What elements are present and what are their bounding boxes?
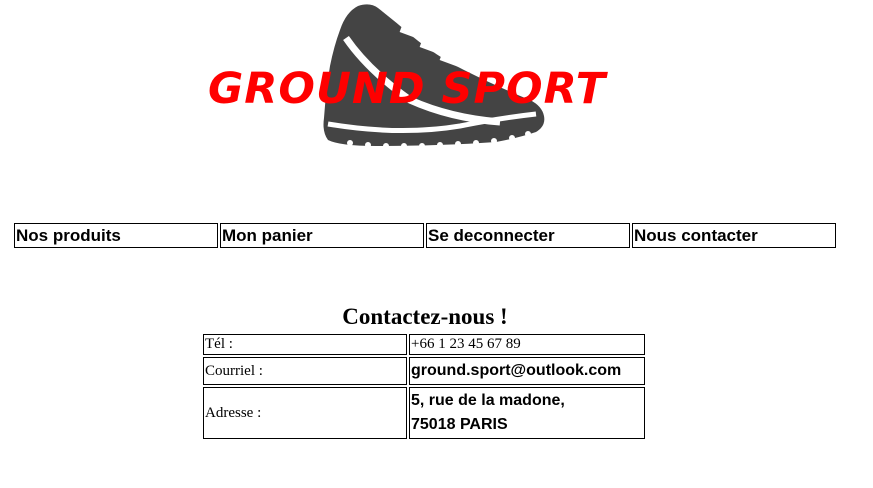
address-value: 5, rue de la madone, 75018 PARIS <box>409 387 645 439</box>
address-line-2: 75018 PARIS <box>411 416 508 433</box>
nav-item-label: Mon panier <box>222 225 313 245</box>
nav-item-cart[interactable]: Mon panier <box>220 223 424 248</box>
phone-value: +66 1 23 45 67 89 <box>409 334 645 355</box>
logo-text: GROUND SPORT <box>208 64 607 114</box>
nav-item-products[interactable]: Nos produits <box>14 223 218 248</box>
main-nav: Nos produits Mon panier Se deconnecter N… <box>12 221 838 250</box>
email-value: ground.sport@outlook.com <box>409 357 645 385</box>
table-row: Tél : +66 1 23 45 67 89 <box>203 334 645 355</box>
contact-table: Tél : +66 1 23 45 67 89 Courriel : groun… <box>201 332 647 441</box>
table-row: Adresse : 5, rue de la madone, 75018 PAR… <box>203 387 645 439</box>
nav-item-label: Nous contacter <box>634 225 758 245</box>
phone-label: Tél : <box>203 334 407 355</box>
nav-item-contact[interactable]: Nous contacter <box>632 223 836 248</box>
logo: GROUND SPORT <box>200 0 650 160</box>
nav-item-label: Se deconnecter <box>428 225 555 245</box>
contact-title: Contactez-nous ! <box>342 304 508 329</box>
email-label: Courriel : <box>203 357 407 385</box>
table-row: Courriel : ground.sport@outlook.com <box>203 357 645 385</box>
nav-item-logout[interactable]: Se deconnecter <box>426 223 630 248</box>
address-label: Adresse : <box>203 387 407 439</box>
nav-item-label: Nos produits <box>16 225 121 245</box>
address-line-1: 5, rue de la madone, <box>411 392 565 409</box>
